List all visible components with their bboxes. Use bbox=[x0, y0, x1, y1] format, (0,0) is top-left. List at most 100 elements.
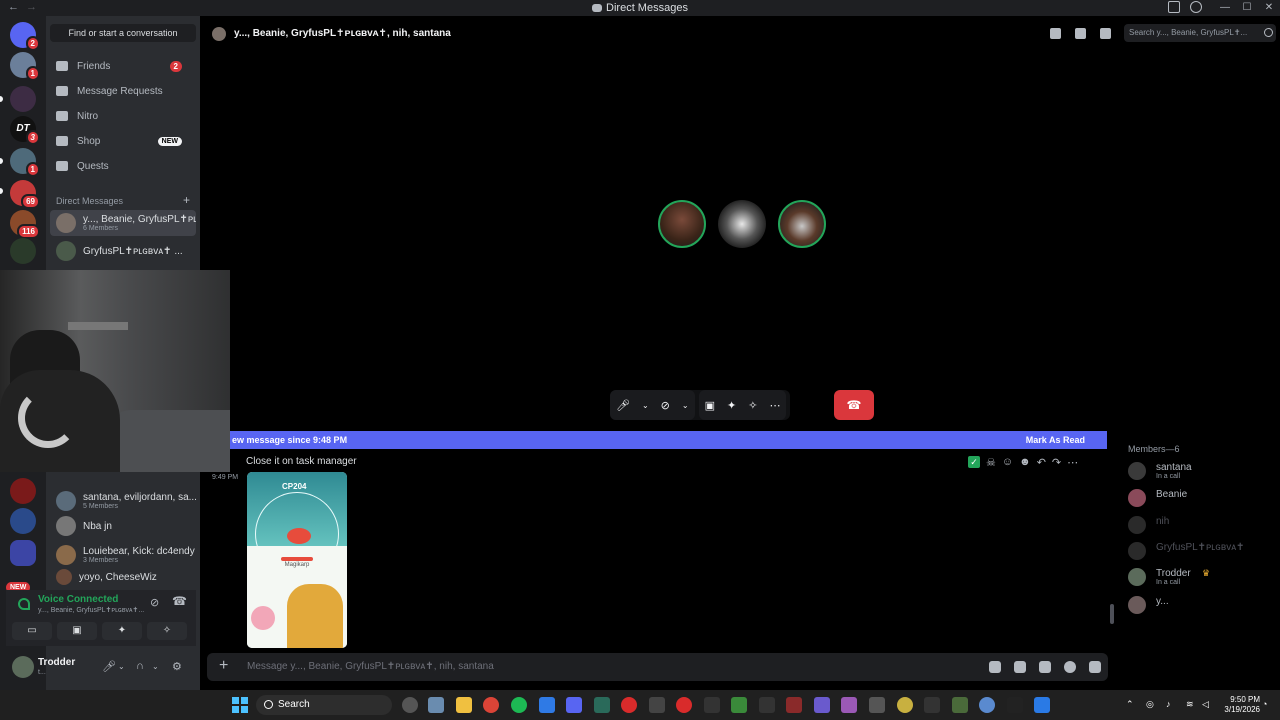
call-participant-avatar[interactable] bbox=[658, 200, 706, 248]
taskbar-search[interactable]: Search bbox=[256, 695, 392, 715]
app-icon[interactable] bbox=[1034, 697, 1050, 713]
gear-icon[interactable]: ⚙ bbox=[172, 660, 182, 673]
message-composer[interactable]: + Message y..., Beanie, GryfusPL✝ᴘʟɢʙᴠᴀ✝… bbox=[207, 653, 1108, 681]
server-icon[interactable] bbox=[10, 238, 36, 264]
member-item[interactable]: y... bbox=[1128, 594, 1278, 618]
member-item[interactable]: nih bbox=[1128, 514, 1278, 538]
chevron-down-icon[interactable]: ⌄ bbox=[118, 662, 125, 671]
search-input[interactable]: Search y..., Beanie, GryfusPL✝... bbox=[1124, 24, 1276, 42]
disconnect-icon[interactable]: ☎ bbox=[172, 594, 187, 608]
more-icon[interactable]: ⋯ bbox=[1067, 456, 1078, 469]
minecraft-icon[interactable] bbox=[731, 697, 747, 713]
dm-item[interactable]: Nba jn bbox=[50, 513, 196, 539]
headphones-icon[interactable]: ∩ bbox=[136, 660, 144, 672]
add-user-icon[interactable] bbox=[1075, 28, 1086, 39]
find-conversation-button[interactable]: Find or start a conversation bbox=[50, 24, 196, 42]
app-icon[interactable] bbox=[676, 697, 692, 713]
chrome-icon[interactable] bbox=[483, 697, 499, 713]
message-image[interactable]: CP204 Magikarp bbox=[247, 472, 347, 648]
new-messages-bar[interactable]: ew message since 9:48 PM Mark As Read bbox=[230, 431, 1107, 449]
activities-button[interactable]: ✦ bbox=[102, 622, 142, 640]
app-icon[interactable] bbox=[759, 697, 775, 713]
server-icon[interactable]: 69 bbox=[10, 180, 40, 209]
pin-icon[interactable] bbox=[1050, 28, 1061, 39]
server-icon[interactable] bbox=[10, 86, 36, 112]
add-reaction-icon[interactable]: ☻ bbox=[1019, 456, 1031, 469]
chevron-up-icon[interactable]: ⌃ bbox=[1126, 699, 1134, 710]
nav-quests[interactable]: Quests bbox=[50, 155, 196, 177]
chevron-down-icon[interactable]: ⌄ bbox=[642, 401, 649, 410]
microphone-icon[interactable]: 🎤︎ bbox=[102, 660, 116, 673]
server-icon[interactable]: 1 bbox=[10, 148, 40, 177]
edge-icon[interactable] bbox=[539, 697, 555, 713]
server-icon[interactable]: DT 3 bbox=[10, 116, 40, 145]
inbox-icon[interactable] bbox=[1168, 1, 1180, 13]
check-reaction-icon[interactable]: ✓ bbox=[968, 456, 980, 468]
reply-icon[interactable]: ↶ bbox=[1037, 456, 1046, 469]
tray-icon[interactable]: ◎ bbox=[1146, 699, 1154, 710]
file-explorer-icon[interactable] bbox=[456, 697, 472, 713]
server-icon[interactable] bbox=[10, 478, 36, 504]
wifi-icon[interactable]: ≋ bbox=[1186, 699, 1194, 710]
discord-icon[interactable] bbox=[566, 697, 582, 713]
youtube-icon[interactable] bbox=[621, 697, 637, 713]
emoji-reaction-icon[interactable]: ☺ bbox=[1002, 456, 1013, 469]
app-icon[interactable] bbox=[704, 697, 720, 713]
gift-icon[interactable] bbox=[989, 661, 1001, 673]
folder-icon[interactable] bbox=[10, 540, 36, 566]
forward-icon[interactable]: ↷ bbox=[1052, 456, 1061, 469]
app-icon[interactable] bbox=[952, 697, 968, 713]
nav-nitro[interactable]: Nitro bbox=[50, 105, 196, 127]
gif-icon[interactable] bbox=[1014, 661, 1026, 673]
member-item[interactable]: GryfusPL✝ᴘʟɢʙᴠᴀ✝ bbox=[1128, 540, 1278, 564]
microphone-icon[interactable]: ♪ bbox=[1166, 699, 1171, 709]
notification-icon[interactable]: ◔ bbox=[1262, 699, 1267, 709]
dm-item[interactable]: GryfusPL✝ᴘʟɢʙᴠᴀ✝ ... bbox=[50, 238, 196, 264]
maximize-button[interactable]: ☐ bbox=[1236, 0, 1258, 16]
skull-reaction-icon[interactable]: ☠ bbox=[986, 456, 996, 469]
spotify-icon[interactable] bbox=[511, 697, 527, 713]
message-input[interactable]: Message y..., Beanie, GryfusPL✝ᴘʟɢʙᴠᴀ✝, … bbox=[247, 661, 494, 672]
nav-shop[interactable]: Shop NEW bbox=[50, 130, 196, 152]
app-icon[interactable] bbox=[649, 697, 665, 713]
app-icon[interactable] bbox=[869, 697, 885, 713]
more-icon[interactable]: ⋯ bbox=[769, 399, 780, 412]
sticker-icon[interactable] bbox=[1039, 661, 1051, 673]
chevron-down-icon[interactable]: ⌄ bbox=[682, 401, 689, 410]
app-icon[interactable] bbox=[594, 697, 610, 713]
mark-as-read-button[interactable]: Mark As Read bbox=[1026, 431, 1085, 449]
app-icon[interactable] bbox=[979, 697, 995, 713]
dm-item[interactable]: yoyo, CheeseWiz bbox=[50, 568, 196, 586]
soundboard-icon[interactable]: ✧ bbox=[748, 399, 757, 412]
nav-friends[interactable]: Friends 2 bbox=[50, 55, 196, 77]
close-button[interactable]: ✕ bbox=[1258, 0, 1280, 16]
screen-share-button[interactable]: ▣ bbox=[57, 622, 97, 640]
dm-item[interactable]: y..., Beanie, GryfusPL✝ᴘʟɢʙᴠᴀ✝...6 Membe… bbox=[50, 210, 196, 236]
app-icon[interactable] bbox=[924, 697, 940, 713]
screen-share-icon[interactable]: ▣ bbox=[705, 399, 715, 412]
windows-start-icon[interactable] bbox=[232, 697, 248, 713]
call-participant-avatar[interactable] bbox=[778, 200, 826, 248]
nav-message-requests[interactable]: Message Requests bbox=[50, 80, 196, 102]
microphone-icon[interactable]: 🎤︎ bbox=[616, 399, 630, 412]
volume-icon[interactable]: ◁ bbox=[1202, 699, 1209, 710]
members-icon[interactable] bbox=[1100, 28, 1111, 39]
server-icon[interactable]: 116 bbox=[10, 210, 40, 239]
app-icon[interactable] bbox=[786, 697, 802, 713]
soundboard-button[interactable]: ✧ bbox=[147, 622, 187, 640]
dm-item[interactable]: Louiebear, Kick: dc4endy 3 Members bbox=[50, 542, 196, 568]
end-call-button[interactable]: ☎ bbox=[834, 390, 874, 420]
scrollbar[interactable] bbox=[1110, 604, 1114, 624]
server-icon[interactable] bbox=[10, 508, 36, 534]
camera-off-icon[interactable]: ⊘ bbox=[661, 399, 670, 412]
camera-button[interactable]: ▭ bbox=[12, 622, 52, 640]
home-button[interactable]: 2 bbox=[10, 22, 40, 51]
minimize-button[interactable]: — bbox=[1214, 0, 1236, 16]
clock[interactable]: 9:50 PM 3/19/2026 bbox=[1224, 695, 1260, 715]
photos-icon[interactable] bbox=[428, 697, 444, 713]
help-icon[interactable] bbox=[1190, 1, 1202, 13]
member-item[interactable]: Beanie bbox=[1128, 487, 1278, 511]
app-icon[interactable] bbox=[1007, 697, 1023, 713]
member-item[interactable]: santana In a call bbox=[1128, 460, 1278, 484]
emoji-icon[interactable] bbox=[1064, 661, 1076, 673]
